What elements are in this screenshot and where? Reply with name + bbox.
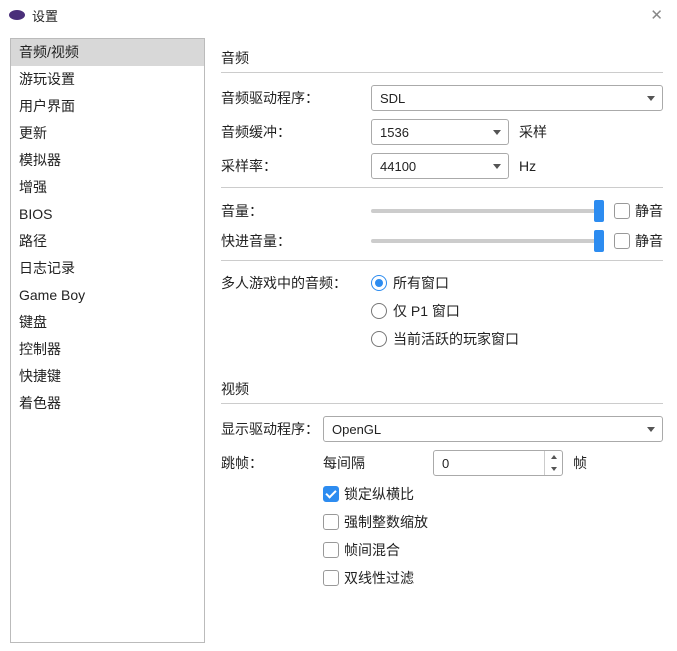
ff-volume-label: 快进音量： bbox=[221, 231, 371, 251]
sidebar-item-logging[interactable]: 日志记录 bbox=[11, 255, 204, 282]
divider bbox=[221, 260, 663, 261]
sidebar-item-controllers[interactable]: 控制器 bbox=[11, 336, 204, 363]
volume-label: 音量： bbox=[221, 201, 371, 221]
audio-buffer-label: 音频缓冲： bbox=[221, 122, 371, 142]
display-driver-combo[interactable]: OpenGL bbox=[323, 416, 663, 442]
titlebar: 设置 ✕ bbox=[0, 0, 677, 30]
force-int-scale-checkbox[interactable]: 强制整数缩放 bbox=[323, 512, 663, 532]
sidebar-item-gameplay[interactable]: 游玩设置 bbox=[11, 66, 204, 93]
divider bbox=[221, 187, 663, 188]
ff-volume-slider[interactable] bbox=[371, 230, 604, 252]
audio-buffer-combo[interactable]: 1536 bbox=[371, 119, 509, 145]
ff-mute-checkbox[interactable]: 静音 bbox=[614, 231, 663, 251]
ff-mute-label: 静音 bbox=[635, 231, 663, 251]
interval-spinbox[interactable]: 0 bbox=[433, 450, 563, 476]
audio-driver-combo[interactable]: SDL bbox=[371, 85, 663, 111]
mute-checkbox[interactable]: 静音 bbox=[614, 201, 663, 221]
buffer-unit: 采样 bbox=[519, 122, 547, 142]
spin-down-icon[interactable] bbox=[545, 463, 562, 475]
radio-active-player[interactable]: 当前活跃的玩家窗口 bbox=[371, 329, 519, 349]
bilinear-checkbox[interactable]: 双线性过滤 bbox=[323, 568, 663, 588]
spin-up-icon[interactable] bbox=[545, 451, 562, 463]
display-driver-label: 显示驱动程序： bbox=[221, 419, 323, 439]
video-section-title: 视频 bbox=[221, 379, 663, 399]
interval-label: 每间隔 bbox=[323, 453, 433, 473]
content-pane: 音频 音频驱动程序： SDL 音频缓冲： 1536 采样 采样率： 44100 … bbox=[205, 30, 677, 651]
sidebar-item-bios[interactable]: BIOS bbox=[11, 201, 204, 228]
multiplayer-audio-label: 多人游戏中的音频： bbox=[221, 273, 371, 293]
audio-driver-label: 音频驱动程序： bbox=[221, 88, 371, 108]
sidebar-item-interface[interactable]: 用户界面 bbox=[11, 93, 204, 120]
sidebar-item-paths[interactable]: 路径 bbox=[11, 228, 204, 255]
radio-p1-only[interactable]: 仅 P1 窗口 bbox=[371, 301, 519, 321]
sidebar-item-shaders[interactable]: 着色器 bbox=[11, 390, 204, 417]
close-icon[interactable]: ✕ bbox=[644, 8, 669, 23]
window-title: 设置 bbox=[32, 6, 644, 25]
sidebar-item-keyboard[interactable]: 键盘 bbox=[11, 309, 204, 336]
sample-rate-label: 采样率： bbox=[221, 156, 371, 176]
sidebar-item-update[interactable]: 更新 bbox=[11, 120, 204, 147]
divider bbox=[221, 72, 663, 73]
frame-blend-checkbox[interactable]: 帧间混合 bbox=[323, 540, 663, 560]
sidebar-item-shortcuts[interactable]: 快捷键 bbox=[11, 363, 204, 390]
volume-slider[interactable] bbox=[371, 200, 604, 222]
frameskip-label: 跳帧： bbox=[221, 453, 323, 473]
mute-label: 静音 bbox=[635, 201, 663, 221]
sidebar: 音频/视频 游玩设置 用户界面 更新 模拟器 增强 BIOS 路径 日志记录 G… bbox=[10, 38, 205, 643]
sample-rate-combo[interactable]: 44100 bbox=[371, 153, 509, 179]
sidebar-item-enhance[interactable]: 增强 bbox=[11, 174, 204, 201]
radio-all-windows[interactable]: 所有窗口 bbox=[371, 273, 519, 293]
sidebar-item-audio-video[interactable]: 音频/视频 bbox=[11, 39, 204, 66]
audio-section-title: 音频 bbox=[221, 48, 663, 68]
app-icon bbox=[8, 8, 26, 22]
sidebar-item-emulator[interactable]: 模拟器 bbox=[11, 147, 204, 174]
rate-unit: Hz bbox=[519, 158, 536, 174]
interval-unit: 帧 bbox=[573, 453, 587, 473]
lock-aspect-checkbox[interactable]: 锁定纵横比 bbox=[323, 484, 663, 504]
divider bbox=[221, 403, 663, 404]
sidebar-item-gameboy[interactable]: Game Boy bbox=[11, 282, 204, 309]
